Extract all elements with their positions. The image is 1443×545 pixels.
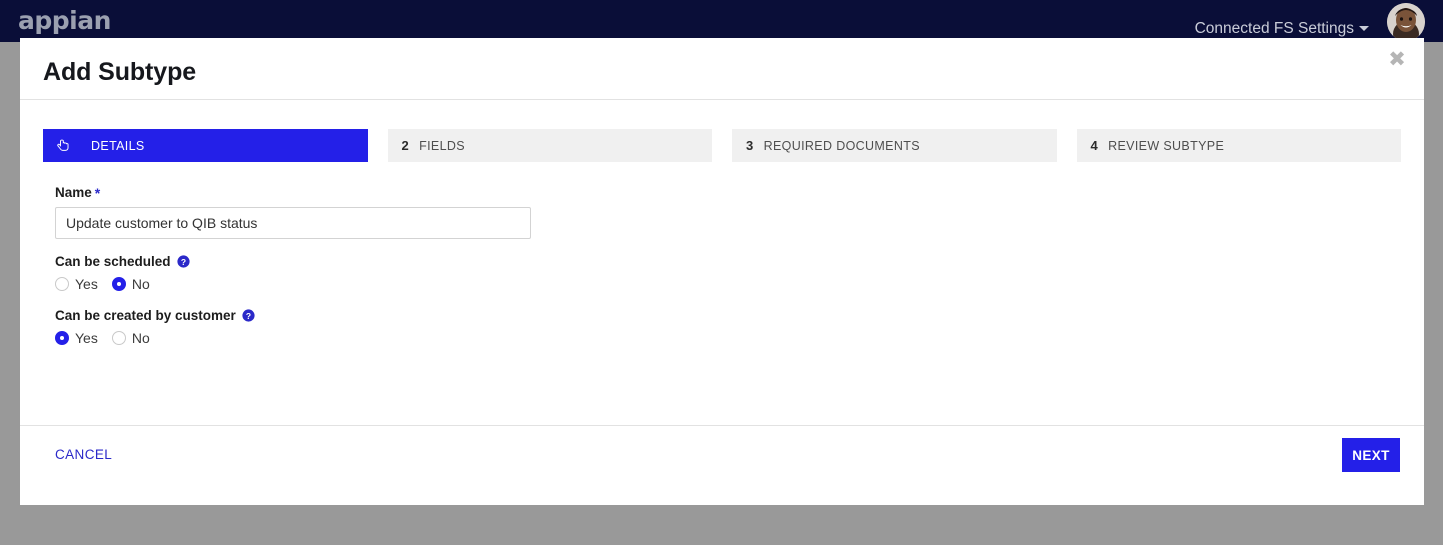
next-button[interactable]: NEXT: [1342, 438, 1400, 472]
step-number: 4: [1090, 138, 1099, 153]
modal-footer: CANCEL NEXT: [20, 425, 1424, 505]
help-circle-icon[interactable]: ?: [242, 309, 255, 322]
step-label: REQUIRED DOCUMENTS: [763, 138, 920, 153]
can-be-scheduled-yes[interactable]: Yes: [55, 276, 98, 292]
svg-text:?: ?: [246, 311, 251, 321]
can-be-scheduled-no[interactable]: No: [111, 276, 150, 292]
app-bar: appian Connected FS Settings: [0, 0, 1443, 42]
pointer-hand-icon: [57, 139, 71, 153]
modal-body: Name * Can be scheduled ? Yes: [20, 178, 1424, 425]
radio-label: Yes: [75, 276, 98, 292]
can-be-scheduled-label-text: Can be scheduled: [55, 254, 171, 269]
step-label: DETAILS: [91, 138, 145, 153]
can-be-created-by-customer-yes[interactable]: Yes: [55, 330, 98, 346]
step-label: FIELDS: [419, 138, 465, 153]
step-required-documents[interactable]: 3 REQUIRED DOCUMENTS: [732, 129, 1057, 162]
page-title: Add Subtype: [43, 58, 197, 86]
radio-mark: [111, 277, 126, 291]
can-be-scheduled-group: Can be scheduled ? Yes No: [55, 254, 190, 292]
can-be-created-by-customer-label-text: Can be created by customer: [55, 308, 236, 323]
modal-header: Add Subtype ✖: [20, 38, 1424, 100]
name-label-text: Name: [55, 185, 92, 200]
avatar[interactable]: [1387, 3, 1425, 41]
can-be-created-by-customer-radios: Yes No: [55, 330, 255, 346]
required-marker: *: [94, 184, 101, 201]
radio-mark: [111, 331, 126, 345]
name-field-group: Name *: [55, 185, 531, 239]
step-review-subtype[interactable]: 4 REVIEW SUBTYPE: [1076, 129, 1401, 162]
can-be-created-by-customer-group: Can be created by customer ? Yes No: [55, 308, 255, 346]
user-avatar-icon: [1387, 3, 1425, 41]
can-be-created-by-customer-label: Can be created by customer ?: [55, 308, 255, 323]
name-label: Name *: [55, 185, 531, 200]
step-number: 3: [746, 138, 754, 153]
radio-mark: [55, 277, 69, 291]
add-subtype-modal: Add Subtype ✖ DETAILS 2 FIELDS 3 REQUIRE…: [20, 38, 1424, 505]
help-circle-icon[interactable]: ?: [176, 255, 190, 268]
name-input[interactable]: [55, 207, 531, 239]
can-be-scheduled-radios: Yes No: [55, 276, 190, 292]
radio-label: Yes: [75, 330, 98, 346]
user-settings-menu[interactable]: Connected FS Settings: [1195, 20, 1369, 38]
radio-label: No: [131, 276, 150, 292]
appian-logo: appian: [18, 6, 111, 35]
close-icon[interactable]: ✖: [1384, 46, 1410, 72]
step-number: 2: [401, 138, 410, 153]
can-be-scheduled-label: Can be scheduled ?: [55, 254, 190, 269]
step-details[interactable]: DETAILS: [43, 129, 368, 162]
radio-mark: [55, 331, 69, 345]
wizard-steps: DETAILS 2 FIELDS 3 REQUIRED DOCUMENTS 4 …: [43, 129, 1401, 162]
svg-text:?: ?: [180, 257, 185, 267]
cancel-button[interactable]: CANCEL: [55, 447, 112, 462]
step-fields[interactable]: 2 FIELDS: [387, 129, 712, 162]
user-settings-menu-label: Connected FS Settings: [1194, 20, 1354, 37]
can-be-created-by-customer-no[interactable]: No: [111, 330, 150, 346]
step-label: REVIEW SUBTYPE: [1108, 138, 1225, 153]
radio-label: No: [131, 330, 150, 346]
chevron-down-icon: [1359, 26, 1369, 32]
